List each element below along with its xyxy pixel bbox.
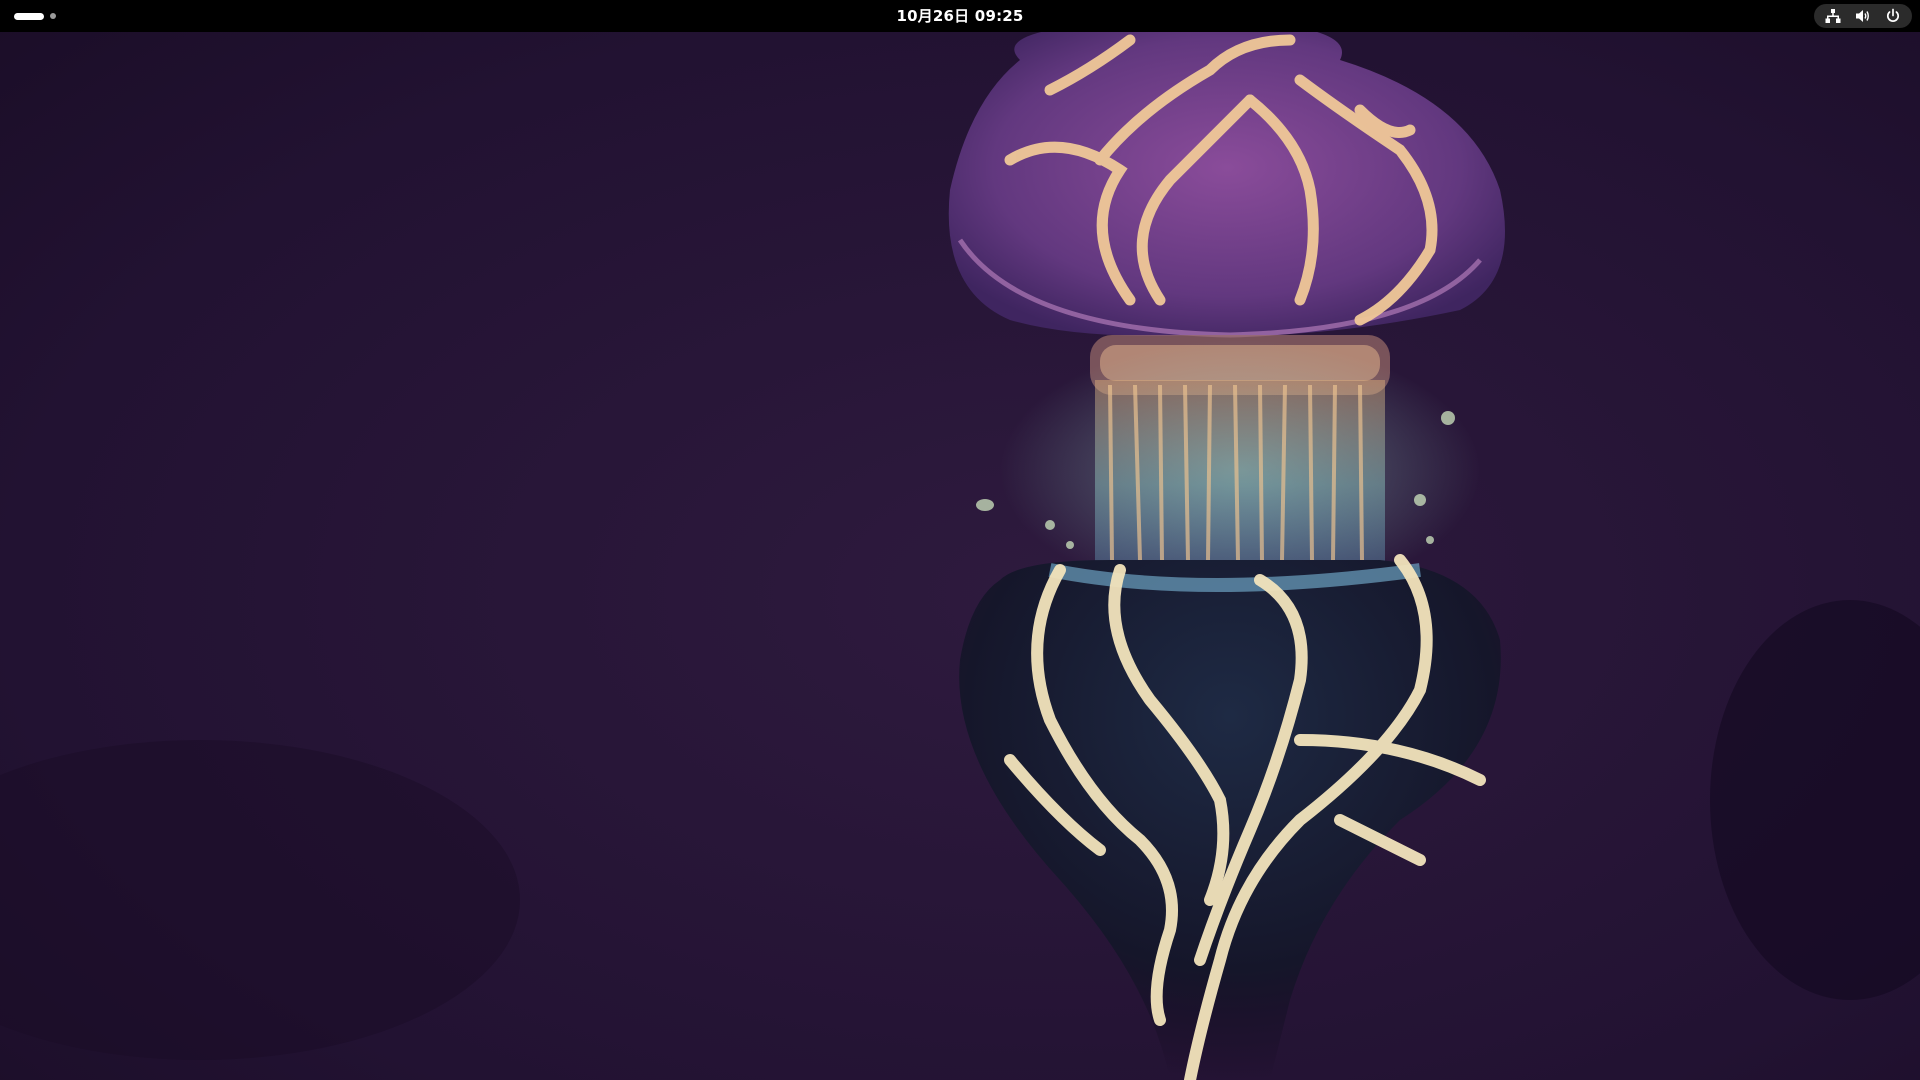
top-bar: 10月26日 09:25 bbox=[0, 0, 1920, 32]
network-wired-icon bbox=[1824, 7, 1842, 25]
workspace-dot-active[interactable] bbox=[14, 12, 44, 20]
workspace-dot[interactable] bbox=[50, 13, 56, 19]
system-status-menu[interactable] bbox=[1814, 4, 1912, 28]
volume-icon bbox=[1854, 7, 1872, 25]
workspace-indicator[interactable] bbox=[14, 11, 56, 21]
wallpaper bbox=[0, 0, 1920, 1080]
desktop: 10月26日 09:25 bbox=[0, 0, 1920, 1080]
power-icon bbox=[1884, 7, 1902, 25]
date-time-clock[interactable]: 10月26日 09:25 bbox=[860, 0, 1060, 32]
